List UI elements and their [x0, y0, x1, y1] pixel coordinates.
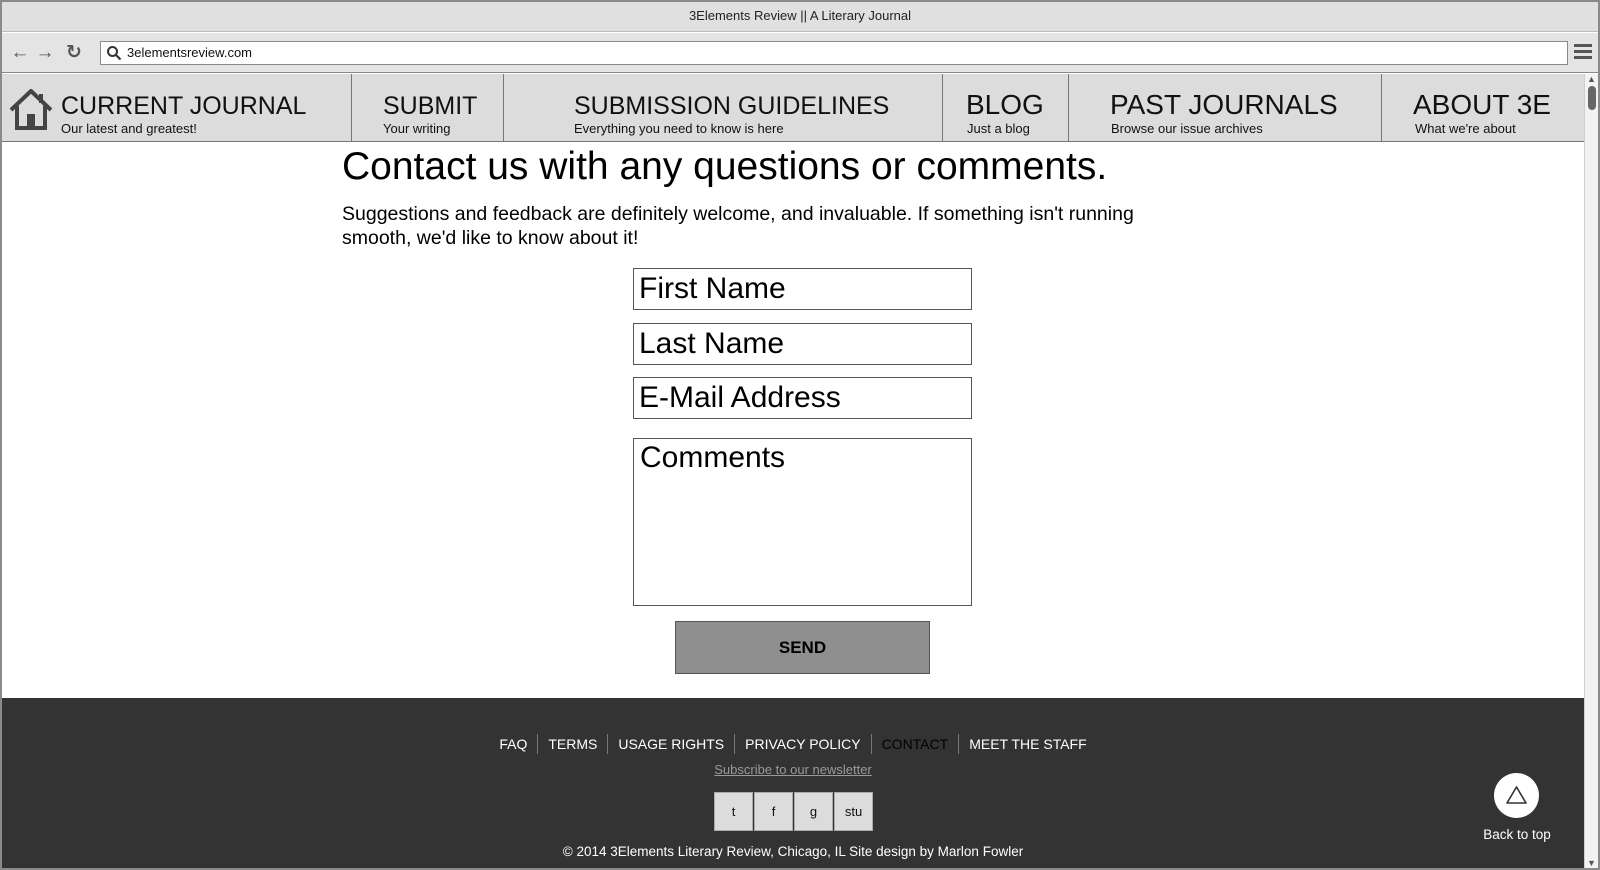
newsletter-link[interactable]: Subscribe to our newsletter [714, 762, 872, 777]
footer-links: FAQ TERMS USAGE RIGHTS PRIVACY POLICY CONTAC… [2, 734, 1584, 754]
facebook-button[interactable]: f [754, 792, 793, 831]
nav-submission-guidelines[interactable]: SUBMISSION GUIDELINES Everything you nee… [504, 74, 943, 142]
nav-subtitle: Your writing [383, 121, 451, 136]
last-name-field[interactable] [633, 323, 972, 365]
nav-title: BLOG [966, 89, 1044, 120]
url-text: 3elementsreview.com [127, 45, 252, 60]
nav-title: CURRENT JOURNAL [61, 92, 307, 120]
scrollbar-thumb[interactable] [1588, 86, 1596, 110]
nav-title: SUBMIT [383, 92, 478, 120]
nav-subtitle: Browse our issue archives [1111, 121, 1263, 136]
hamburger-menu-icon[interactable] [1574, 44, 1592, 60]
browser-window: 3Elements Review || A Literary Journal ←… [0, 0, 1600, 870]
nav-subtitle: Everything you need to know is here [574, 121, 784, 136]
reload-icon[interactable]: ↻ [64, 43, 84, 63]
nav-blog[interactable]: BLOG Just a blog [943, 74, 1069, 142]
triangle-up-icon [1506, 786, 1527, 804]
browser-toolbar: ← → ↻ 3elementsreview.com [2, 33, 1598, 73]
nav-past-journals[interactable]: PAST JOURNALS Browse our issue archives [1069, 74, 1382, 142]
copyright-text: © 2014 3Elements Literary Review, Chicag… [562, 844, 1024, 859]
send-button[interactable]: SEND [675, 621, 930, 674]
site-navigation: CURRENT JOURNAL Our latest and greatest!… [2, 74, 1584, 142]
social-buttons: t f g stu [714, 792, 873, 831]
twitter-button[interactable]: t [714, 792, 753, 831]
scroll-up-icon[interactable]: ▲ [1587, 74, 1596, 84]
site-footer: FAQ TERMS USAGE RIGHTS PRIVACY POLICY CONTAC… [2, 698, 1584, 868]
email-field[interactable] [633, 377, 972, 419]
forward-arrow-icon[interactable]: → [35, 43, 55, 63]
nav-title: SUBMISSION GUIDELINES [574, 92, 890, 120]
page-title: Contact us with any questions or comment… [342, 145, 1108, 188]
vertical-scrollbar[interactable]: ▲ ▼ [1584, 74, 1598, 868]
google-button[interactable]: g [794, 792, 833, 831]
nav-current-journal[interactable]: CURRENT JOURNAL Our latest and greatest! [2, 74, 352, 142]
footer-link-privacy-policy[interactable]: PRIVACY POLICY [734, 734, 870, 754]
nav-subtitle: Our latest and greatest! [61, 121, 197, 136]
footer-link-meet-the-staff[interactable]: MEET THE STAFF [958, 734, 1096, 754]
stumbleupon-button[interactable]: stu [834, 792, 873, 831]
first-name-field[interactable] [633, 268, 972, 310]
footer-link-terms[interactable]: TERMS [537, 734, 607, 754]
back-to-top-label[interactable]: Back to top [1472, 827, 1562, 842]
nav-subtitle: What we're about [1415, 121, 1516, 136]
back-arrow-icon[interactable]: ← [10, 43, 30, 63]
back-to-top-button[interactable] [1494, 773, 1539, 818]
nav-title: ABOUT 3E [1413, 89, 1551, 120]
window-title: 3Elements Review || A Literary Journal [2, 2, 1598, 32]
nav-subtitle: Just a blog [967, 121, 1030, 136]
nav-about-3e[interactable]: ABOUT 3E What we're about [1382, 74, 1584, 142]
footer-link-faq[interactable]: FAQ [489, 734, 537, 754]
comments-field[interactable] [633, 438, 972, 606]
address-bar[interactable]: 3elementsreview.com [100, 41, 1568, 65]
footer-link-usage-rights[interactable]: USAGE RIGHTS [607, 734, 734, 754]
search-icon [107, 46, 122, 61]
scroll-down-icon[interactable]: ▼ [1587, 858, 1596, 868]
newsletter-row: Subscribe to our newsletter [2, 762, 1584, 777]
nav-submit[interactable]: SUBMIT Your writing [352, 74, 504, 142]
intro-text: Suggestions and feedback are definitely … [342, 203, 1134, 249]
footer-link-contact[interactable]: CONTACT [870, 734, 959, 754]
home-icon [9, 89, 53, 130]
nav-title: PAST JOURNALS [1110, 89, 1338, 120]
